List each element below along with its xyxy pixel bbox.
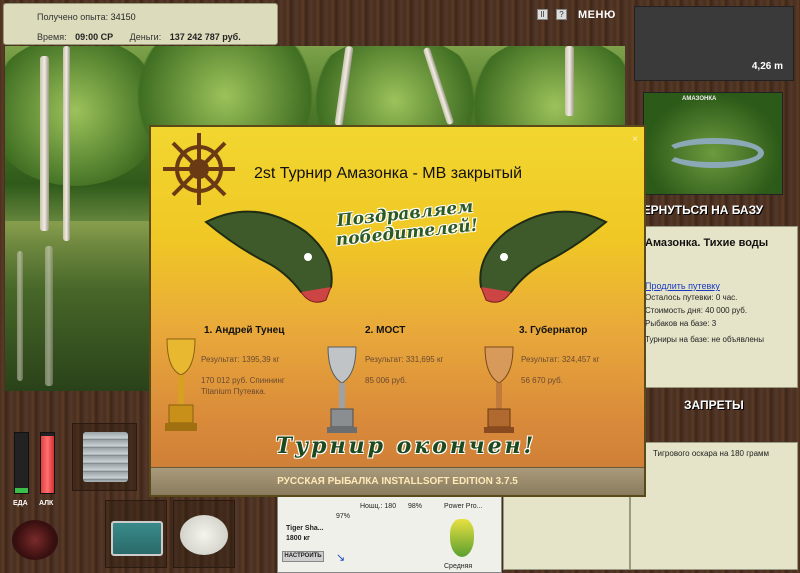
tournaments-status: Турниры на базе: не объявлены	[645, 335, 764, 344]
menu-button[interactable]: МЕНЮ	[578, 9, 616, 21]
food-bar-fill	[15, 488, 28, 493]
keepnet-slot[interactable]	[173, 500, 235, 568]
lure-icon	[450, 519, 474, 557]
tournament-title: 2st Турнир Амазонка - MB закрытый	[254, 165, 523, 182]
rod-name: Tiger Sha...	[286, 525, 324, 532]
line-percent: 98%	[408, 503, 423, 510]
extend-trip-link[interactable]: Продлить путевку	[645, 281, 720, 291]
time-money-row: Время: 09:00 СР Деньги: 137 242 787 руб.	[37, 32, 277, 42]
stats-panel: Получено опыта: 34150 Время: 09:00 СР Де…	[3, 3, 278, 45]
winner-2-prize: 85 006 руб.	[365, 376, 407, 385]
food-label: ЕДА	[13, 500, 28, 507]
depth-panel: 4,26 m	[634, 6, 794, 81]
location-info-panel: Амазонка. Тихие воды Продлить путевку Ос…	[630, 226, 798, 388]
lure-name: Power Pro...	[444, 503, 483, 510]
bait-box-slot[interactable]	[105, 500, 167, 568]
tackle-box-slot[interactable]	[72, 423, 137, 491]
bans-panel: Тигрового оскара на 180 грамм	[630, 442, 798, 570]
bans-button[interactable]: ЗАПРЕТЫ	[684, 398, 744, 412]
winner-1-name: 1. Андрей Тунец	[204, 325, 285, 336]
lure-size: Средняя	[444, 563, 473, 570]
bait-box-icon	[111, 521, 163, 556]
help-icon[interactable]: ?	[556, 9, 567, 20]
bucket-icon[interactable]	[12, 520, 58, 560]
trophy-silver-icon	[327, 346, 357, 433]
close-icon[interactable]: ×	[632, 134, 638, 145]
time-value: 09:00 СР	[75, 32, 114, 42]
location-title: Амазонка. Тихие воды	[645, 237, 769, 249]
trophy-bronze-icon	[484, 346, 514, 433]
alcohol-label: АЛК	[39, 500, 54, 507]
keepnet-icon	[180, 515, 228, 555]
ban-item: Тигрового оскара на 180 грамм	[653, 449, 770, 458]
winner-3-prize: 56 670 руб.	[521, 376, 563, 385]
return-to-base-button[interactable]: ВЕРНУТЬСЯ НА БАЗУ	[630, 200, 800, 220]
depth-value: 4,26 m	[751, 61, 783, 72]
tackle-box-icon	[83, 432, 128, 482]
money-value: 137 242 787 руб.	[169, 32, 241, 42]
winner-1-prize: 170 012 руб. Спиннинг Titanium Путевка.	[201, 376, 285, 396]
food-bar	[14, 432, 29, 494]
dialog-footer: РУССКАЯ РЫБАЛКА INSTALLSOFT EDITION 3.7.…	[151, 467, 644, 495]
winner-1-result: Результат: 1395,39 кг	[201, 355, 280, 364]
location-map[interactable]: АМАЗОНКА	[643, 92, 783, 195]
day-cost: Стоимость дня: 40 000 руб.	[645, 306, 748, 315]
line-label: Ношц.: 180	[360, 503, 397, 510]
map-title: АМАЗОНКА	[682, 96, 717, 102]
money-label: Деньги:	[129, 32, 162, 42]
ship-wheel-icon	[163, 133, 235, 205]
fishers-count: Рыбаков на базе: 3	[645, 319, 717, 328]
winner-3-result: Результат: 324,457 кг	[521, 355, 600, 364]
alcohol-bar-fill	[41, 436, 54, 493]
rod-weight: 1800 кг	[286, 535, 310, 542]
alcohol-bar	[40, 432, 55, 494]
arrow-icon[interactable]: ↘	[336, 551, 345, 564]
trip-remaining: Осталось путевки: 0 час.	[645, 293, 738, 302]
pause-icon[interactable]: II	[537, 9, 548, 20]
tournament-over-banner: Турнир окончен!	[275, 433, 537, 459]
time-label: Время:	[37, 32, 67, 42]
configure-button[interactable]: НАСТРОИТЬ	[282, 551, 324, 562]
rod-percent: 97%	[336, 513, 351, 520]
trophy-gold-icon	[165, 338, 197, 431]
river-shape	[664, 138, 764, 168]
experience-value: 34150	[110, 12, 136, 22]
winner-3-name: 3. Губернатор	[519, 325, 588, 336]
winner-2-name: 2. МОСТ	[365, 325, 406, 336]
rod-panel: 97% Ношц.: 180 98% Power Pro... Tiger Sh…	[277, 490, 502, 573]
tournament-results-dialog: × 2st Турнир Амазонка - MB закрытый Позд…	[149, 125, 646, 497]
experience-row: Получено опыта: 34150	[37, 12, 136, 22]
winner-2-result: Результат: 331,695 кг	[365, 355, 444, 364]
experience-label: Получено опыта:	[37, 12, 109, 22]
game-edition-label: РУССКАЯ РЫБАЛКА INSTALLSOFT EDITION 3.7.…	[277, 476, 518, 487]
